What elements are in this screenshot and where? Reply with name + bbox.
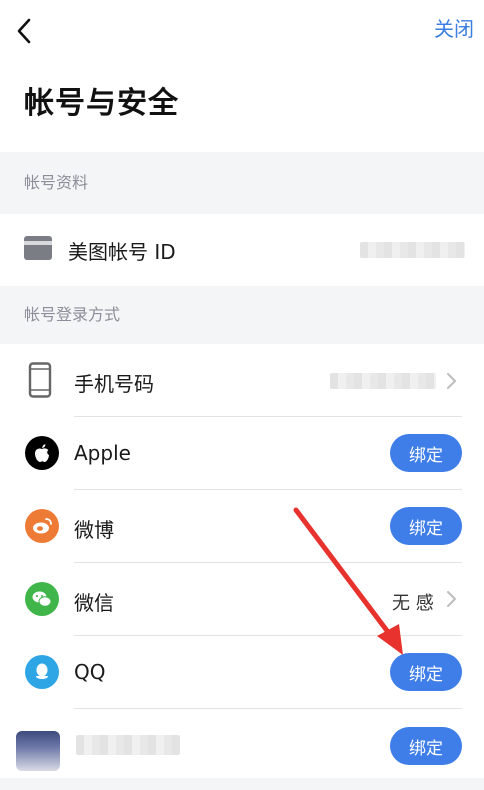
bind-other-button[interactable]: 绑定 [390, 727, 462, 765]
row-qq: QQ 绑定 [0, 636, 484, 709]
close-button[interactable]: 关闭 [434, 16, 474, 42]
top-bar: 关闭 [0, 0, 484, 60]
weibo-label: 微博 [74, 518, 114, 542]
bind-weibo-button[interactable]: 绑定 [390, 507, 462, 545]
wechat-status: 无 感 [392, 593, 434, 614]
back-button[interactable] [10, 14, 38, 48]
wechat-label: 微信 [74, 591, 114, 615]
meitu-id-label: 美图帐号 ID [68, 240, 176, 264]
id-card-icon [24, 236, 52, 260]
phone-label: 手机号码 [74, 372, 154, 396]
apple-icon [25, 436, 59, 470]
section-header-profile-label: 帐号资料 [24, 173, 89, 192]
row-weibo: 微博 绑定 [0, 490, 484, 563]
section-header-login-label: 帐号登录方式 [24, 305, 121, 324]
chevron-right-icon [447, 591, 456, 607]
row-meitu-id: 美图帐号 ID [0, 214, 484, 286]
phone-icon [28, 362, 52, 398]
apple-label: Apple [74, 441, 131, 465]
row-wechat[interactable]: 微信 无 感 [0, 563, 484, 636]
qq-label: QQ [74, 660, 106, 684]
page-title: 帐号与安全 [24, 86, 179, 121]
chevron-left-icon [17, 18, 31, 44]
bottom-strip [0, 778, 484, 790]
meitu-id-value-redacted [360, 242, 465, 258]
chevron-right-icon [447, 373, 456, 389]
row-phone[interactable]: 手机号码 [0, 344, 484, 417]
bind-qq-button[interactable]: 绑定 [390, 653, 462, 691]
other-label-redacted [76, 735, 180, 755]
phone-value-redacted [330, 373, 436, 389]
wechat-icon [25, 582, 59, 616]
other-icon-redacted [16, 731, 60, 771]
qq-icon [25, 655, 59, 689]
bind-apple-button[interactable]: 绑定 [390, 434, 462, 472]
section-header-login: 帐号登录方式 [0, 286, 484, 344]
row-apple: Apple 绑定 [0, 417, 484, 490]
section-header-profile: 帐号资料 [0, 152, 484, 214]
weibo-icon [25, 509, 59, 543]
row-other: 绑定 [0, 709, 484, 778]
